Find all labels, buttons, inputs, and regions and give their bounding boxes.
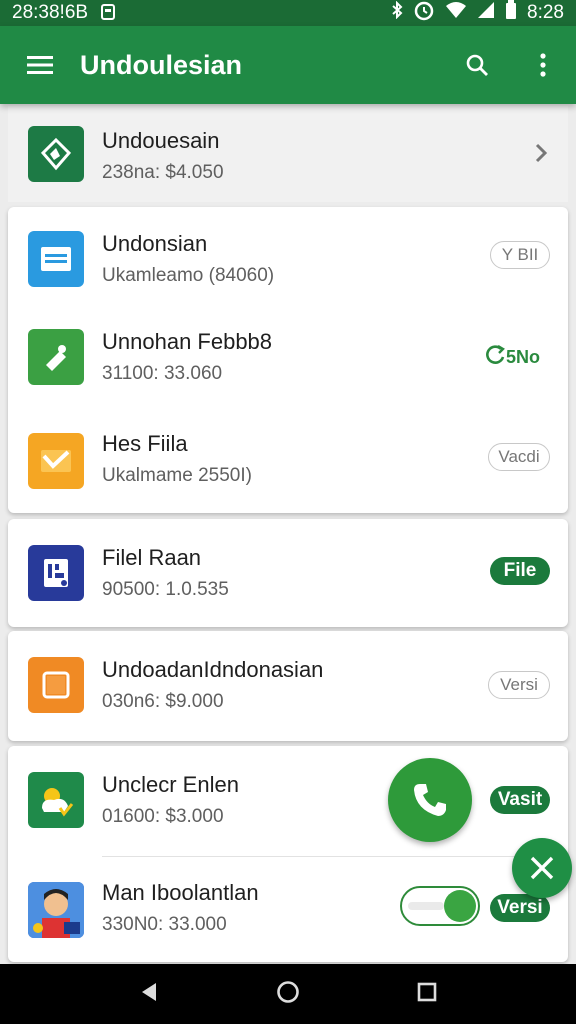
version-button[interactable]: Versi bbox=[490, 894, 550, 922]
home-button[interactable] bbox=[276, 980, 300, 1009]
status-clock-right: 8:28 bbox=[527, 2, 564, 23]
list-item-subtitle: 330N0: 33.000 bbox=[102, 914, 227, 935]
refresh-icon bbox=[484, 344, 506, 371]
list-item-subtitle: 90500: 1.0.535 bbox=[102, 579, 229, 600]
chevron-right-icon bbox=[534, 142, 548, 169]
app-list-card: Unclecr Enlen 01600: $3.000 Vasit Man Ib… bbox=[8, 746, 568, 962]
list-item-title: Hes Fiila bbox=[102, 431, 188, 456]
alarm-icon bbox=[413, 0, 435, 27]
list-item-title: Unclecr Enlen bbox=[102, 772, 239, 797]
list-item[interactable]: Hes Fiila Ukalmame 2550I) Vacdi bbox=[8, 407, 568, 513]
hamburger-icon bbox=[27, 56, 53, 74]
list-item-title: UndoadanIdndonasian bbox=[102, 657, 324, 682]
list-item-subtitle: Ukamleamo (84060) bbox=[102, 265, 275, 286]
app-leaf-icon bbox=[28, 126, 84, 182]
status-bar: 28:38!6B 8:28 bbox=[0, 0, 576, 26]
status-time: 28:38!6B bbox=[12, 2, 89, 23]
avatar bbox=[28, 882, 84, 938]
version-badge[interactable]: Vacdi bbox=[488, 443, 550, 471]
more-vert-icon bbox=[540, 53, 546, 77]
version-badge[interactable]: Y BII bbox=[490, 241, 550, 269]
weather-icon bbox=[28, 772, 84, 828]
list-item-subtitle: 31100: 33.060 bbox=[102, 363, 223, 384]
list-item-title: Undonsian bbox=[102, 231, 208, 256]
folder-icon bbox=[28, 657, 84, 713]
close-fab[interactable] bbox=[512, 838, 572, 898]
bluetooth-icon bbox=[391, 0, 403, 25]
menu-button[interactable] bbox=[0, 26, 80, 104]
home-icon bbox=[277, 980, 299, 1003]
app-card[interactable]: Filel Raan 90500: 1.0.535 File bbox=[8, 519, 568, 627]
more-options-button[interactable] bbox=[510, 26, 576, 104]
close-icon bbox=[530, 856, 554, 880]
list-item[interactable]: Unclecr Enlen 01600: $3.000 Vasit bbox=[8, 746, 568, 856]
recents-button[interactable] bbox=[416, 981, 438, 1008]
version-badge[interactable]: 5No bbox=[474, 343, 550, 371]
list-item[interactable]: Man Iboolantlan 330N0: 33.000 Versi bbox=[8, 856, 568, 962]
call-fab[interactable] bbox=[388, 758, 472, 842]
puzzle-icon bbox=[28, 329, 84, 385]
list-item-subtitle: 030n6: $9.000 bbox=[102, 691, 224, 712]
app-bar: Undoulesian bbox=[0, 26, 576, 104]
notification-icon bbox=[100, 3, 116, 24]
back-icon bbox=[142, 982, 156, 1001]
app-card[interactable]: UndoadanIdndonasian 030n6: $9.000 Versi bbox=[8, 631, 568, 741]
list-item-title: Man Iboolantlan bbox=[102, 880, 259, 905]
version-badge[interactable]: Versi bbox=[488, 671, 550, 699]
app-title: Undoulesian bbox=[80, 49, 243, 80]
list-item-title: Filel Raan bbox=[102, 545, 202, 570]
file-manager-icon bbox=[28, 231, 84, 287]
mail-icon bbox=[28, 433, 84, 489]
list-item-title: Undouesain bbox=[102, 128, 220, 153]
list-item-subtitle: 238na: $4.050 bbox=[102, 162, 224, 183]
file-button[interactable]: File bbox=[490, 557, 550, 585]
search-button[interactable] bbox=[444, 26, 510, 104]
toggle-knob bbox=[444, 890, 476, 922]
system-nav-bar bbox=[0, 964, 576, 1024]
wifi-icon bbox=[445, 1, 467, 25]
search-icon bbox=[466, 54, 488, 76]
recents-icon bbox=[417, 982, 437, 1001]
list-item[interactable]: Unnohan Febbb8 31100: 33.060 5No bbox=[8, 307, 568, 407]
enable-toggle[interactable] bbox=[400, 886, 480, 926]
document-icon bbox=[28, 545, 84, 601]
phone-icon bbox=[414, 784, 446, 816]
list-item[interactable]: Undonsian Ukamleamo (84060) Y BII bbox=[8, 207, 568, 307]
signal-icon bbox=[477, 1, 495, 25]
app-list-card: Undonsian Ukamleamo (84060) Y BII Unnoha… bbox=[8, 207, 568, 513]
back-button[interactable] bbox=[138, 981, 160, 1008]
list-item-subtitle: Ukalmame 2550I) bbox=[102, 465, 252, 486]
battery-icon bbox=[505, 0, 517, 26]
visit-button[interactable]: Vasit bbox=[490, 786, 550, 814]
list-item-subtitle: 01600: $3.000 bbox=[102, 806, 224, 827]
list-item-top[interactable]: Undouesain 238na: $4.050 bbox=[8, 106, 568, 202]
list-item-title: Unnohan Febbb8 bbox=[102, 329, 273, 354]
